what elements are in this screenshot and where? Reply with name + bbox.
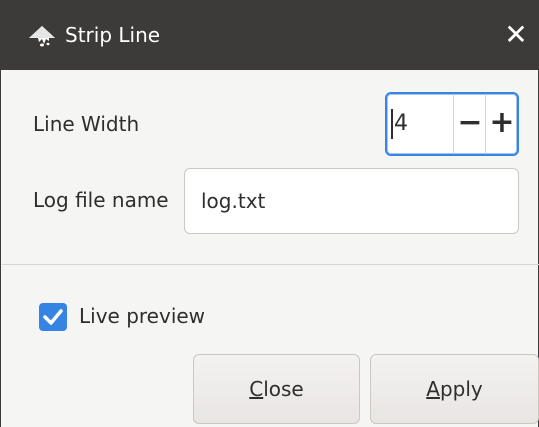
line-width-spinbutton[interactable]: 4 − + [385,92,519,156]
window-title: Strip Line [65,23,161,47]
apply-label-rest: pply [439,377,483,401]
log-file-name-input[interactable]: log.txt [184,168,519,234]
close-button[interactable]: Close [193,354,360,424]
close-mnemonic: C [249,377,264,401]
apply-button[interactable]: Apply [370,354,539,424]
inkscape-logo-icon [27,25,57,49]
title-bar[interactable]: Strip Line ✕ [1,0,539,70]
live-preview-label[interactable]: Live preview [79,300,205,332]
close-icon[interactable]: ✕ [501,20,531,50]
increment-button[interactable]: + [485,94,518,154]
close-label-rest: lose [263,377,304,401]
line-width-value[interactable]: 4 [391,109,447,139]
decrement-button[interactable]: − [453,94,486,154]
checkmark-icon [43,309,63,325]
live-preview-checkbox[interactable] [39,303,67,331]
separator [2,264,539,265]
log-file-name-label: Log file name [33,188,169,212]
dialog-window: Strip Line ✕ Line Width 4 − + Log file n… [0,0,539,427]
apply-mnemonic: A [426,377,440,401]
line-width-label: Line Width [33,112,140,136]
